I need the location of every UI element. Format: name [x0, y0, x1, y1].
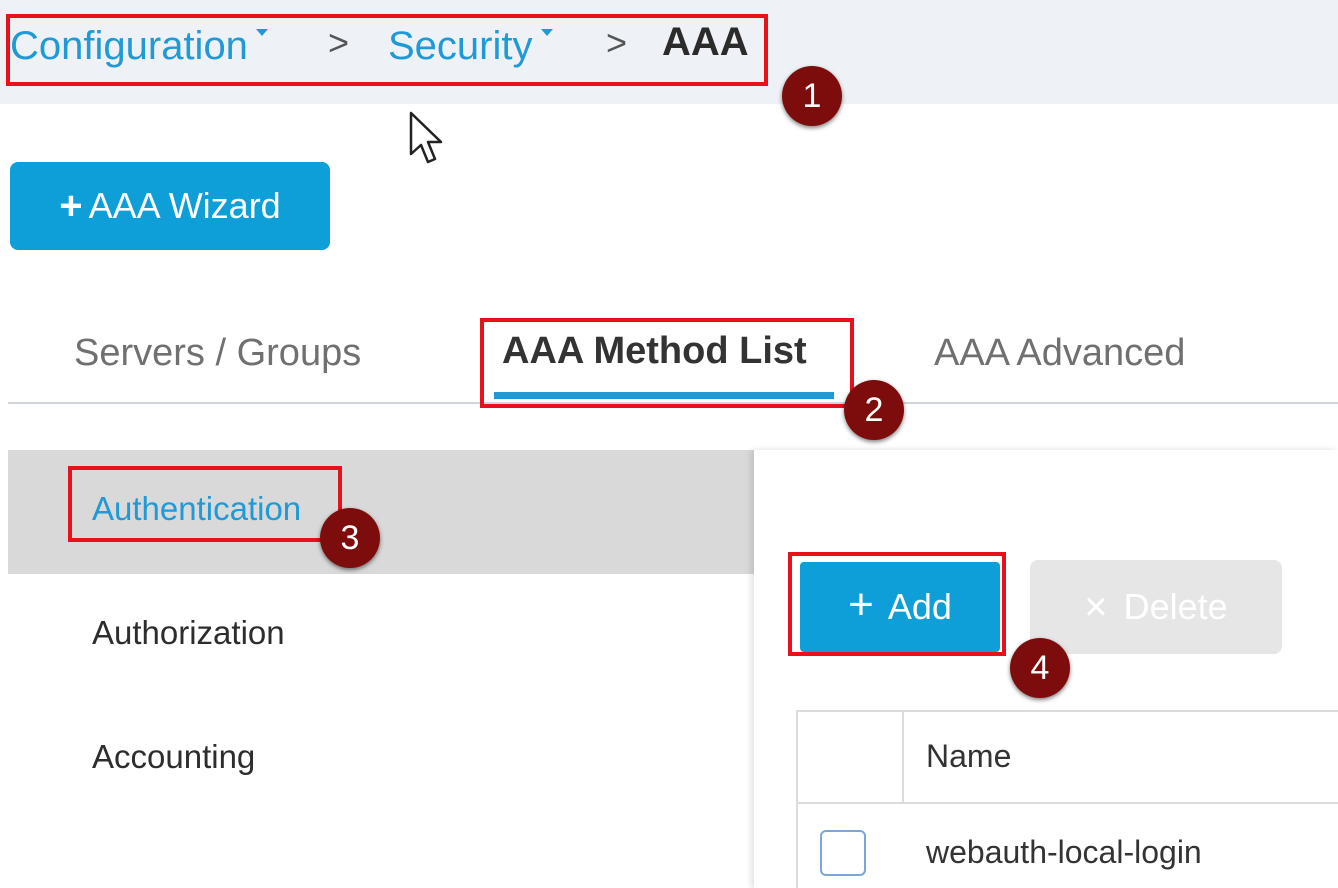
breadcrumb-separator: >: [606, 22, 628, 63]
close-icon: ×: [1084, 584, 1108, 629]
add-button-label: Add: [887, 586, 952, 627]
row-checkbox[interactable]: [820, 830, 866, 876]
sidebar-item-authorization[interactable]: Authorization: [92, 614, 285, 652]
table-header-select-cell: [798, 712, 904, 802]
plus-icon: +: [848, 580, 874, 629]
aaa-wizard-button[interactable]: + AAA Wizard: [10, 162, 330, 250]
chevron-down-icon[interactable]: [255, 28, 268, 36]
delete-button-label: Delete: [1123, 586, 1228, 627]
table-cell-name: webauth-local-login: [926, 834, 1202, 870]
tab-aaa-method-list[interactable]: AAA Method List: [502, 330, 807, 373]
aaa-wizard-label: AAA Wizard: [88, 185, 281, 226]
add-button[interactable]: + Add: [800, 562, 1000, 652]
breadcrumb-separator: >: [328, 22, 350, 63]
mouse-cursor-icon: [409, 111, 443, 164]
plus-icon: +: [59, 183, 83, 228]
step-badge-4: 4: [1010, 638, 1070, 698]
sidebar-item-accounting[interactable]: Accounting: [92, 738, 255, 776]
breadcrumb-current-page: AAA: [662, 20, 749, 64]
tab-servers-groups[interactable]: Servers / Groups: [74, 332, 361, 375]
breadcrumb-link[interactable]: Security: [388, 24, 533, 69]
sidebar-item-authentication[interactable]: Authentication: [92, 490, 301, 528]
tab-divider: [8, 402, 1338, 404]
step-badge-1: 1: [782, 66, 842, 126]
table-header-name[interactable]: Name: [926, 738, 1011, 775]
table-header-row: Name: [798, 712, 1338, 804]
active-tab-indicator: [494, 392, 834, 399]
step-badge-3: 3: [320, 508, 380, 568]
chevron-down-icon[interactable]: [540, 28, 553, 36]
tab-aaa-advanced[interactable]: AAA Advanced: [934, 332, 1185, 375]
method-list-table: Name webauth-local-login: [796, 710, 1338, 888]
breadcrumb-item-configuration[interactable]: Configuration: [10, 16, 268, 76]
breadcrumb-link[interactable]: Configuration: [10, 24, 248, 69]
step-badge-2: 2: [844, 380, 904, 440]
breadcrumb-item-security[interactable]: Security: [388, 16, 553, 76]
delete-button[interactable]: × Delete: [1030, 560, 1282, 654]
